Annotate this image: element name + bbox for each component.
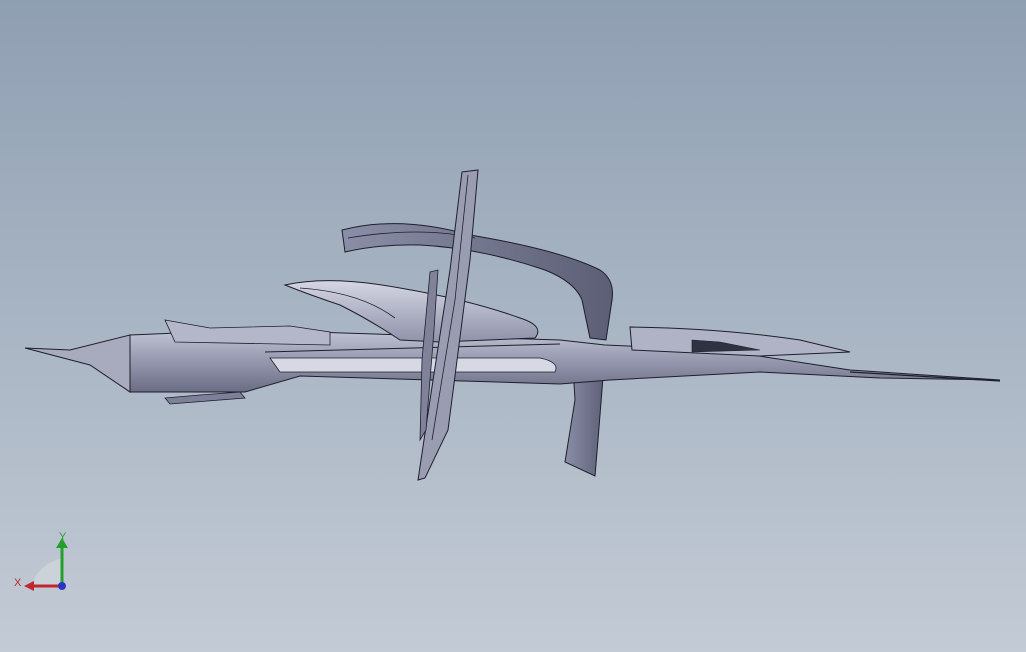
rear-fairing-part[interactable] bbox=[629, 326, 851, 357]
x-axis-arrow-icon bbox=[24, 581, 34, 591]
z-axis-dot-icon bbox=[58, 582, 66, 590]
triad-plane-shading bbox=[32, 558, 62, 586]
ventral-pod-part[interactable] bbox=[164, 391, 246, 405]
nose-cone-part[interactable] bbox=[24, 334, 131, 393]
intake-pod-part[interactable] bbox=[164, 319, 331, 346]
y-axis-label: Y bbox=[59, 531, 67, 543]
model-view[interactable] bbox=[0, 0, 1026, 652]
orientation-triad[interactable]: Y X bbox=[10, 528, 80, 598]
side-slot[interactable] bbox=[269, 357, 557, 373]
graphics-viewport[interactable]: Y X bbox=[0, 0, 1026, 652]
x-axis-label: X bbox=[14, 577, 22, 589]
